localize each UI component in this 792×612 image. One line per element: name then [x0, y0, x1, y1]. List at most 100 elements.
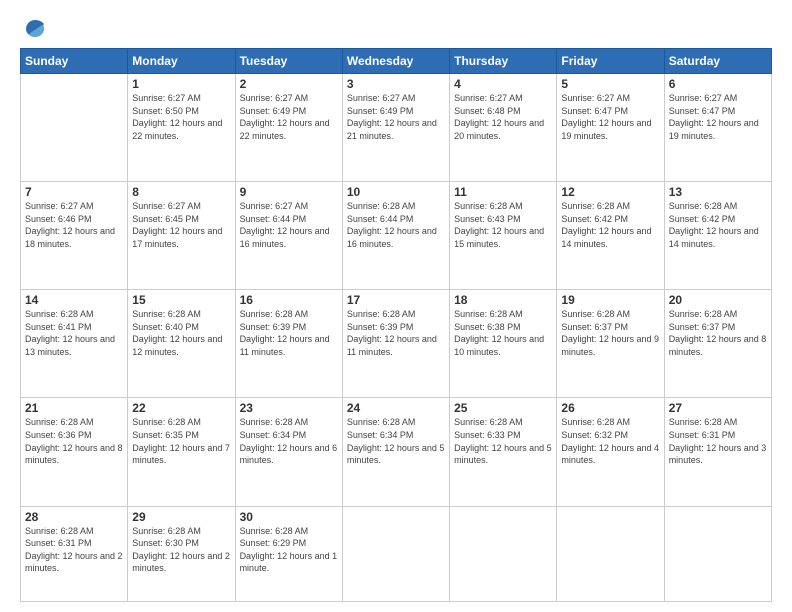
header: [20, 18, 772, 38]
day-info: Sunrise: 6:27 AMSunset: 6:47 PMDaylight:…: [669, 92, 767, 142]
day-number: 16: [240, 293, 338, 307]
day-number: 22: [132, 401, 230, 415]
day-info: Sunrise: 6:28 AMSunset: 6:38 PMDaylight:…: [454, 308, 552, 358]
week-row-1: 1Sunrise: 6:27 AMSunset: 6:50 PMDaylight…: [21, 74, 772, 182]
day-cell: [342, 506, 449, 602]
day-cell: [557, 506, 664, 602]
day-number: 14: [25, 293, 123, 307]
day-info: Sunrise: 6:28 AMSunset: 6:34 PMDaylight:…: [347, 416, 445, 466]
day-number: 29: [132, 510, 230, 524]
day-number: 20: [669, 293, 767, 307]
day-info: Sunrise: 6:27 AMSunset: 6:47 PMDaylight:…: [561, 92, 659, 142]
day-number: 3: [347, 77, 445, 91]
day-info: Sunrise: 6:28 AMSunset: 6:43 PMDaylight:…: [454, 200, 552, 250]
day-cell: [21, 74, 128, 182]
day-number: 13: [669, 185, 767, 199]
calendar: SundayMondayTuesdayWednesdayThursdayFrid…: [20, 48, 772, 602]
day-cell: 18Sunrise: 6:28 AMSunset: 6:38 PMDayligh…: [450, 290, 557, 398]
week-row-5: 28Sunrise: 6:28 AMSunset: 6:31 PMDayligh…: [21, 506, 772, 602]
day-cell: 4Sunrise: 6:27 AMSunset: 6:48 PMDaylight…: [450, 74, 557, 182]
day-cell: 21Sunrise: 6:28 AMSunset: 6:36 PMDayligh…: [21, 398, 128, 506]
day-info: Sunrise: 6:28 AMSunset: 6:37 PMDaylight:…: [561, 308, 659, 358]
week-row-2: 7Sunrise: 6:27 AMSunset: 6:46 PMDaylight…: [21, 182, 772, 290]
day-cell: 5Sunrise: 6:27 AMSunset: 6:47 PMDaylight…: [557, 74, 664, 182]
day-cell: 2Sunrise: 6:27 AMSunset: 6:49 PMDaylight…: [235, 74, 342, 182]
day-cell: 10Sunrise: 6:28 AMSunset: 6:44 PMDayligh…: [342, 182, 449, 290]
day-info: Sunrise: 6:27 AMSunset: 6:49 PMDaylight:…: [240, 92, 338, 142]
day-cell: 14Sunrise: 6:28 AMSunset: 6:41 PMDayligh…: [21, 290, 128, 398]
day-cell: 17Sunrise: 6:28 AMSunset: 6:39 PMDayligh…: [342, 290, 449, 398]
day-cell: 28Sunrise: 6:28 AMSunset: 6:31 PMDayligh…: [21, 506, 128, 602]
day-info: Sunrise: 6:28 AMSunset: 6:41 PMDaylight:…: [25, 308, 123, 358]
day-info: Sunrise: 6:28 AMSunset: 6:39 PMDaylight:…: [240, 308, 338, 358]
day-info: Sunrise: 6:28 AMSunset: 6:31 PMDaylight:…: [669, 416, 767, 466]
day-cell: 22Sunrise: 6:28 AMSunset: 6:35 PMDayligh…: [128, 398, 235, 506]
day-number: 11: [454, 185, 552, 199]
day-number: 18: [454, 293, 552, 307]
day-info: Sunrise: 6:27 AMSunset: 6:49 PMDaylight:…: [347, 92, 445, 142]
day-cell: 15Sunrise: 6:28 AMSunset: 6:40 PMDayligh…: [128, 290, 235, 398]
day-number: 25: [454, 401, 552, 415]
day-number: 8: [132, 185, 230, 199]
day-number: 23: [240, 401, 338, 415]
day-number: 21: [25, 401, 123, 415]
day-cell: 30Sunrise: 6:28 AMSunset: 6:29 PMDayligh…: [235, 506, 342, 602]
logo: [20, 18, 48, 38]
weekday-header-saturday: Saturday: [664, 49, 771, 74]
day-cell: 9Sunrise: 6:27 AMSunset: 6:44 PMDaylight…: [235, 182, 342, 290]
day-cell: 24Sunrise: 6:28 AMSunset: 6:34 PMDayligh…: [342, 398, 449, 506]
day-cell: 20Sunrise: 6:28 AMSunset: 6:37 PMDayligh…: [664, 290, 771, 398]
day-info: Sunrise: 6:28 AMSunset: 6:42 PMDaylight:…: [561, 200, 659, 250]
weekday-header-friday: Friday: [557, 49, 664, 74]
day-cell: 25Sunrise: 6:28 AMSunset: 6:33 PMDayligh…: [450, 398, 557, 506]
day-cell: 13Sunrise: 6:28 AMSunset: 6:42 PMDayligh…: [664, 182, 771, 290]
day-info: Sunrise: 6:27 AMSunset: 6:46 PMDaylight:…: [25, 200, 123, 250]
day-number: 28: [25, 510, 123, 524]
day-info: Sunrise: 6:27 AMSunset: 6:50 PMDaylight:…: [132, 92, 230, 142]
day-number: 12: [561, 185, 659, 199]
weekday-header-thursday: Thursday: [450, 49, 557, 74]
weekday-header-sunday: Sunday: [21, 49, 128, 74]
day-cell: 27Sunrise: 6:28 AMSunset: 6:31 PMDayligh…: [664, 398, 771, 506]
day-info: Sunrise: 6:28 AMSunset: 6:31 PMDaylight:…: [25, 525, 123, 575]
day-cell: 8Sunrise: 6:27 AMSunset: 6:45 PMDaylight…: [128, 182, 235, 290]
day-info: Sunrise: 6:28 AMSunset: 6:33 PMDaylight:…: [454, 416, 552, 466]
day-info: Sunrise: 6:28 AMSunset: 6:29 PMDaylight:…: [240, 525, 338, 575]
day-info: Sunrise: 6:28 AMSunset: 6:30 PMDaylight:…: [132, 525, 230, 575]
day-number: 2: [240, 77, 338, 91]
day-info: Sunrise: 6:28 AMSunset: 6:42 PMDaylight:…: [669, 200, 767, 250]
day-info: Sunrise: 6:27 AMSunset: 6:45 PMDaylight:…: [132, 200, 230, 250]
day-number: 6: [669, 77, 767, 91]
day-info: Sunrise: 6:28 AMSunset: 6:36 PMDaylight:…: [25, 416, 123, 466]
day-cell: 26Sunrise: 6:28 AMSunset: 6:32 PMDayligh…: [557, 398, 664, 506]
day-info: Sunrise: 6:28 AMSunset: 6:35 PMDaylight:…: [132, 416, 230, 466]
day-cell: 23Sunrise: 6:28 AMSunset: 6:34 PMDayligh…: [235, 398, 342, 506]
day-cell: 11Sunrise: 6:28 AMSunset: 6:43 PMDayligh…: [450, 182, 557, 290]
day-number: 30: [240, 510, 338, 524]
day-cell: 19Sunrise: 6:28 AMSunset: 6:37 PMDayligh…: [557, 290, 664, 398]
weekday-header-wednesday: Wednesday: [342, 49, 449, 74]
logo-icon: [22, 16, 48, 42]
day-number: 5: [561, 77, 659, 91]
weekday-header-tuesday: Tuesday: [235, 49, 342, 74]
day-cell: 7Sunrise: 6:27 AMSunset: 6:46 PMDaylight…: [21, 182, 128, 290]
day-cell: 3Sunrise: 6:27 AMSunset: 6:49 PMDaylight…: [342, 74, 449, 182]
day-number: 1: [132, 77, 230, 91]
week-row-4: 21Sunrise: 6:28 AMSunset: 6:36 PMDayligh…: [21, 398, 772, 506]
day-info: Sunrise: 6:27 AMSunset: 6:48 PMDaylight:…: [454, 92, 552, 142]
day-number: 15: [132, 293, 230, 307]
day-number: 27: [669, 401, 767, 415]
day-cell: 1Sunrise: 6:27 AMSunset: 6:50 PMDaylight…: [128, 74, 235, 182]
day-info: Sunrise: 6:28 AMSunset: 6:34 PMDaylight:…: [240, 416, 338, 466]
day-cell: 16Sunrise: 6:28 AMSunset: 6:39 PMDayligh…: [235, 290, 342, 398]
day-info: Sunrise: 6:28 AMSunset: 6:44 PMDaylight:…: [347, 200, 445, 250]
day-number: 4: [454, 77, 552, 91]
day-info: Sunrise: 6:28 AMSunset: 6:39 PMDaylight:…: [347, 308, 445, 358]
day-number: 19: [561, 293, 659, 307]
day-number: 10: [347, 185, 445, 199]
day-number: 7: [25, 185, 123, 199]
day-cell: 6Sunrise: 6:27 AMSunset: 6:47 PMDaylight…: [664, 74, 771, 182]
day-number: 26: [561, 401, 659, 415]
weekday-header-monday: Monday: [128, 49, 235, 74]
day-info: Sunrise: 6:27 AMSunset: 6:44 PMDaylight:…: [240, 200, 338, 250]
